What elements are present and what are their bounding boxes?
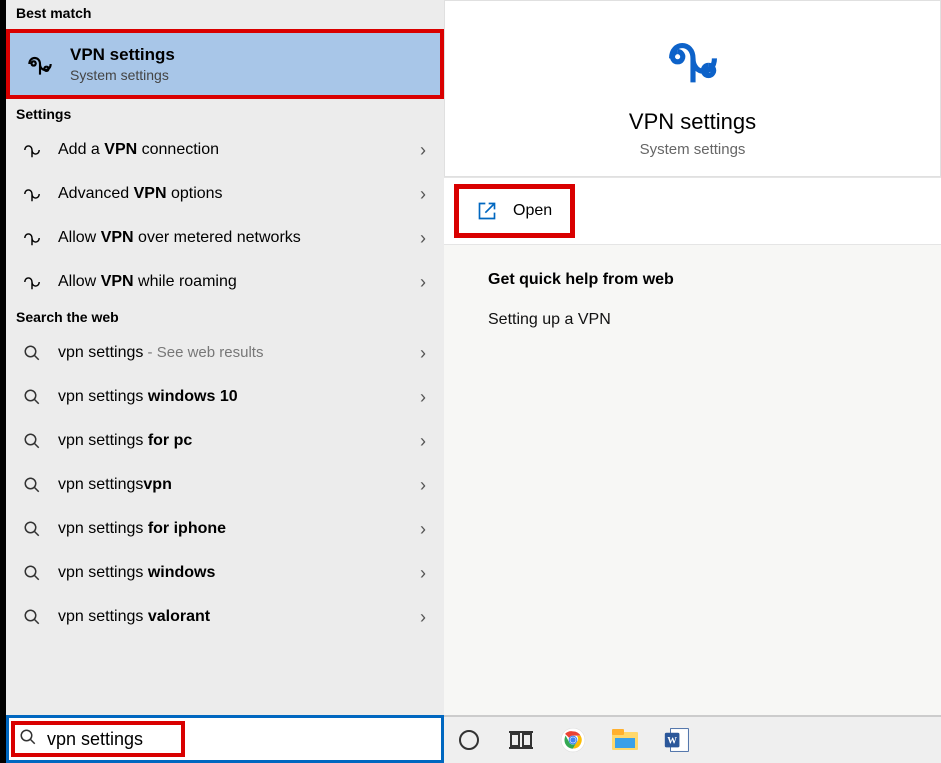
open-icon — [477, 201, 497, 221]
vpn-icon — [20, 270, 44, 294]
word-icon[interactable]: W — [662, 725, 692, 755]
best-match-title: VPN settings — [70, 45, 175, 65]
vpn-icon — [24, 48, 56, 80]
chevron-right-icon: › — [420, 607, 426, 628]
chevron-right-icon: › — [420, 228, 426, 249]
search-icon — [20, 605, 44, 629]
search-icon — [20, 517, 44, 541]
best-match-subtitle: System settings — [70, 67, 175, 83]
chevron-right-icon: › — [420, 519, 426, 540]
settings-result-item[interactable]: Add a VPN connection › — [6, 128, 444, 172]
vpn-icon — [20, 138, 44, 162]
result-label: Advanced VPN options — [58, 185, 406, 203]
best-match-header: Best match — [6, 0, 444, 27]
chevron-right-icon: › — [420, 184, 426, 205]
chevron-right-icon: › — [420, 343, 426, 364]
search-icon — [19, 728, 37, 750]
result-label: vpn settings windows 10 — [58, 388, 406, 406]
result-label: vpn settings for iphone — [58, 520, 406, 538]
result-label: Allow VPN over metered networks — [58, 229, 406, 247]
preview-card: VPN settings System settings — [444, 0, 941, 177]
web-result-item[interactable]: vpn settingsvpn › — [6, 463, 444, 507]
quick-help-header: Get quick help from web — [488, 271, 941, 289]
result-label: vpn settings windows — [58, 564, 406, 582]
quick-help-section: Get quick help from web Setting up a VPN — [444, 245, 941, 329]
vpn-icon — [20, 226, 44, 250]
search-icon — [20, 473, 44, 497]
open-label: Open — [513, 202, 552, 220]
vpn-icon — [658, 31, 728, 91]
open-button[interactable]: Open — [454, 184, 575, 238]
search-input[interactable] — [47, 729, 279, 750]
taskbar: W — [444, 715, 941, 763]
search-icon — [20, 341, 44, 365]
web-result-item[interactable]: vpn settings windows 10 › — [6, 375, 444, 419]
chevron-right-icon: › — [420, 140, 426, 161]
web-result-item[interactable]: vpn settings for iphone › — [6, 507, 444, 551]
web-result-item[interactable]: vpn settings - See web results › — [6, 331, 444, 375]
settings-result-item[interactable]: Allow VPN over metered networks › — [6, 216, 444, 260]
best-match-result[interactable]: VPN settings System settings — [6, 29, 444, 99]
search-icon — [20, 385, 44, 409]
open-row: Open — [444, 177, 941, 245]
web-result-item[interactable]: vpn settings windows › — [6, 551, 444, 595]
chevron-right-icon: › — [420, 475, 426, 496]
settings-result-item[interactable]: Advanced VPN options › — [6, 172, 444, 216]
chevron-right-icon: › — [420, 387, 426, 408]
settings-header: Settings — [6, 101, 444, 128]
chevron-right-icon: › — [420, 563, 426, 584]
result-label: vpn settings - See web results — [58, 344, 406, 362]
web-result-item[interactable]: vpn settings for pc › — [6, 419, 444, 463]
chevron-right-icon: › — [420, 272, 426, 293]
web-result-item[interactable]: vpn settings valorant › — [6, 595, 444, 639]
search-icon — [20, 429, 44, 453]
preview-title: VPN settings — [445, 109, 940, 135]
search-results-panel: Best match VPN settings System settings … — [0, 0, 444, 763]
search-web-header: Search the web — [6, 304, 444, 331]
result-label: Add a VPN connection — [58, 141, 406, 159]
vpn-icon — [20, 182, 44, 206]
cortana-icon[interactable] — [454, 725, 484, 755]
svg-text:W: W — [667, 735, 677, 746]
settings-result-item[interactable]: Allow VPN while roaming › — [6, 260, 444, 304]
preview-subtitle: System settings — [445, 141, 940, 158]
help-link-setup-vpn[interactable]: Setting up a VPN — [488, 311, 941, 329]
result-label: vpn settingsvpn — [58, 476, 406, 494]
search-icon — [20, 561, 44, 585]
result-label: vpn settings for pc — [58, 432, 406, 450]
chrome-icon[interactable] — [558, 725, 588, 755]
result-label: vpn settings valorant — [58, 608, 406, 626]
task-view-icon[interactable] — [506, 725, 536, 755]
result-label: Allow VPN while roaming — [58, 273, 406, 291]
file-explorer-icon[interactable] — [610, 725, 640, 755]
search-bar[interactable] — [6, 715, 444, 763]
preview-panel: VPN settings System settings Open Get qu… — [444, 0, 941, 763]
chevron-right-icon: › — [420, 431, 426, 452]
